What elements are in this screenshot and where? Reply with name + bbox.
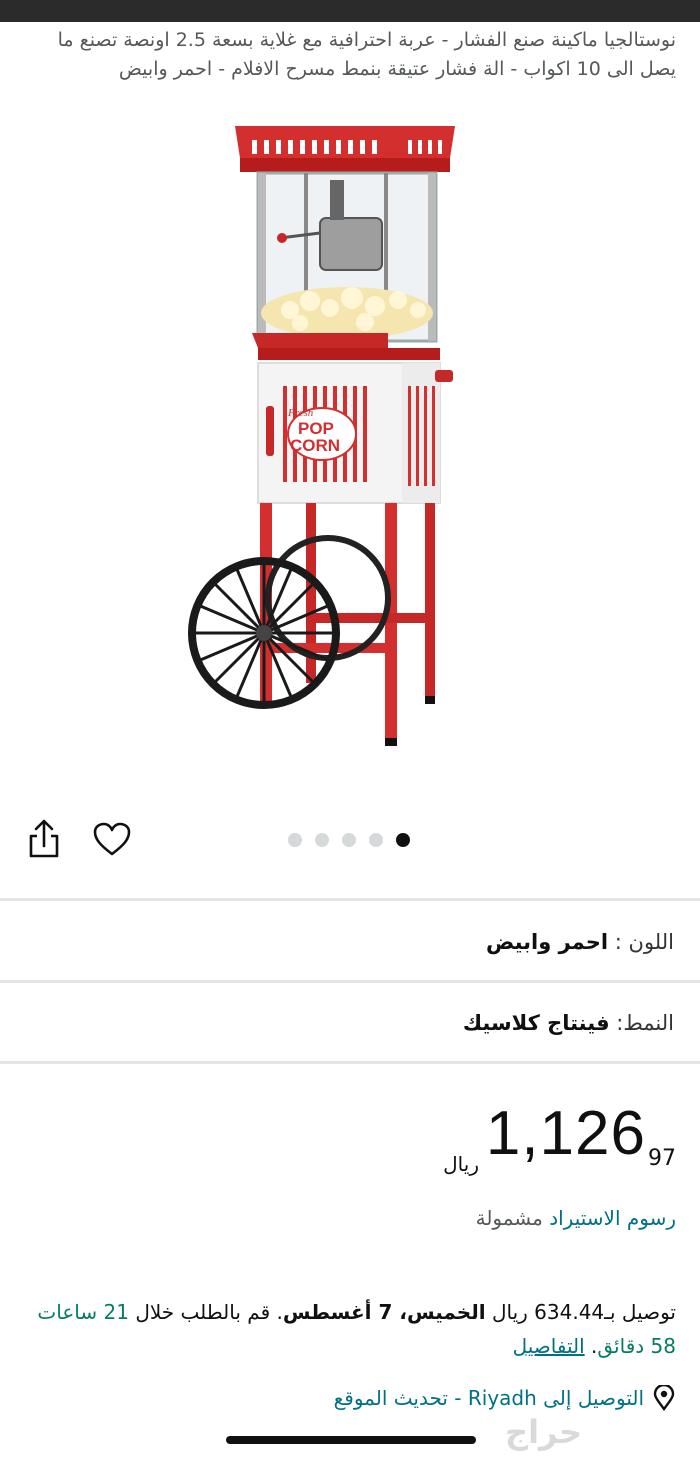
sign-text-corn: CORN [290,436,340,455]
gallery-dots [288,833,410,847]
import-fees: رسوم الاستيراد مشمولة [476,1206,676,1230]
delivery-details-link[interactable]: التفاصيل [513,1334,585,1358]
gallery-dot[interactable] [315,833,329,847]
gallery-dot-active[interactable] [396,833,410,847]
share-icon[interactable] [26,818,62,862]
gallery-dot[interactable] [288,833,302,847]
location-text: التوصيل إلى Riyadh - تحديث الموقع [333,1386,644,1410]
divider [0,980,700,983]
image-actions [0,818,700,864]
price-currency: ريال [443,1152,479,1176]
delivery-date: الخميس، 7 أغسطس [282,1300,486,1324]
heart-icon[interactable] [92,822,132,858]
gallery-dot[interactable] [342,833,356,847]
divider [0,898,700,901]
import-fees-link[interactable]: رسوم الاستيراد [549,1206,676,1230]
location-pin-icon [653,1385,675,1411]
style-label: النمط: [616,1011,674,1035]
popcorn-cart-image[interactable]: Fresh POP CORN [180,118,470,753]
status-bar [0,0,700,22]
price-whole: 1,126 [485,1099,646,1168]
color-label: اللون : [614,930,674,954]
price-fraction: 97 [648,1146,676,1171]
color-attribute[interactable]: اللون : احمر وابيض [486,930,674,954]
product-title: نوستالجيا ماكينة صنع الفشار - عربة احترا… [57,29,676,80]
import-fees-text: مشمولة [475,1206,543,1230]
style-attribute[interactable]: النمط: فينتاج كلاسيك [463,1011,674,1035]
gallery-dot[interactable] [369,833,383,847]
delivery-info: توصيل بـ634.44 ريال الخميس، 7 أغسطس. قم … [37,1300,676,1358]
home-indicator [226,1436,476,1444]
delivery-location[interactable]: التوصيل إلى Riyadh - تحديث الموقع [334,1385,676,1411]
haraj-watermark: حراج [505,1413,582,1451]
divider [0,1061,700,1064]
price: 97 1,126 ريال [376,1098,676,1178]
delivery-price: توصيل بـ634.44 ريال [491,1300,676,1324]
color-value: احمر وابيض [485,930,609,954]
delivery-order-prefix: . قم بالطلب خلال [135,1300,283,1324]
sign-text-fresh: Fresh [287,407,314,419]
style-value: فينتاج كلاسيك [462,1011,610,1035]
